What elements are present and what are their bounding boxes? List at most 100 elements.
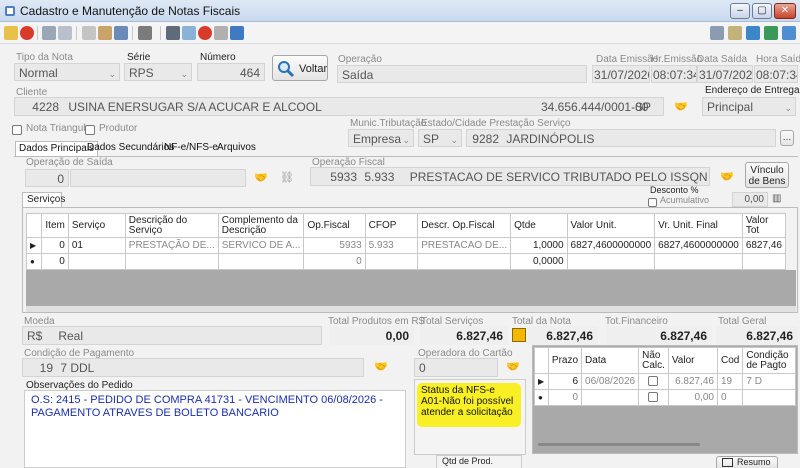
data-saida-field[interactable]: 31/07/2026 [697,65,753,83]
link-icon[interactable]: ⛓ [276,169,298,187]
payment-grid: Prazo Data Não Calc. Valor Cod Condição … [534,347,796,406]
tipo-nota-select[interactable]: Normal ⌄ [14,63,120,81]
desconto-field[interactable]: 0,00 [732,192,768,207]
table-row[interactable]: ▶ 6 06/08/2026 6.827,46 19 7 D [534,373,796,390]
col-valor-unit[interactable]: Valor Unit. [566,213,656,238]
handshake-icon[interactable]: 🤝 [670,98,692,116]
title-bar: Cadastro e Manutenção de Notas Fiscais –… [0,0,800,22]
vinculo-bens-button[interactable]: Vínculo de Bens [745,162,789,188]
tab-servicos[interactable]: Serviços [22,192,65,207]
observacoes-textarea[interactable]: O.S: 2415 - PEDIDO DE COMPRA 41731 - VEN… [24,390,406,468]
col-servico[interactable]: Serviço [67,213,126,238]
list-icon[interactable] [230,26,244,40]
col-descr-op-fiscal[interactable]: Descr. Op.Fiscal [417,213,512,238]
col-vr-unit-final[interactable]: Vr. Unit. Final [654,213,743,238]
new-icon[interactable] [4,26,18,40]
table-row[interactable]: ● 0 0 0,0000 [25,253,787,270]
table-row[interactable]: ▶ 0 01 PRESTAÇÃO DE... SERVICO DE A... 5… [25,237,787,254]
endereco-entrega-select[interactable]: Principal ⌄ [702,97,796,116]
col-valor[interactable]: Valor [667,347,719,374]
col-nao-calc[interactable]: Não Calc. [638,347,669,374]
cliente-field[interactable]: 4228 USINA ENERSUGAR S/A ACUCAR E ALCOOL… [14,97,664,116]
handshake-icon[interactable]: 🤝 [370,358,392,376]
endereco-entrega-label: Endereço de Entrega [705,85,800,96]
nfse-status-panel: Status da NFS-e A01-Não foi possível ate… [414,379,526,455]
table-row[interactable]: ● 0 0,00 0 [534,389,796,406]
col-cod[interactable]: Cod [716,347,744,374]
grid-scrollbar[interactable] [26,306,796,312]
cancel-icon[interactable] [20,26,34,40]
handshake-icon[interactable]: 🤝 [250,169,272,187]
numero-field[interactable]: 464 [197,63,265,81]
produtor-label: Produtor [99,123,138,134]
numero-label: Número [200,52,236,63]
produtor-checkbox[interactable] [85,124,95,136]
desconto-label: Desconto % [650,185,699,195]
print-icon[interactable] [138,26,152,40]
tag-icon[interactable] [728,26,742,40]
resumo-button[interactable]: Resumo [716,456,778,468]
nao-calc-checkbox[interactable] [638,373,669,390]
minimize-button[interactable]: – [730,3,750,19]
operacao-saida-desc[interactable] [70,169,246,187]
handshake-icon[interactable]: 🤝 [716,168,738,186]
save-icon[interactable] [42,26,56,40]
first-icon[interactable] [82,26,96,40]
col-item[interactable]: Item [41,213,69,238]
cidade-lookup-button[interactable]: … [780,130,794,146]
email-icon[interactable] [182,26,196,40]
estado-select[interactable]: SP ⌄ [418,129,462,147]
tab-nfe-nfse[interactable]: NF-e/NFS-e [161,141,221,156]
cidade-field[interactable]: 9282 JARDINÓPOLIS [466,129,776,147]
operadora-cartao-field[interactable]: 0 [414,358,498,377]
total-geral-field: 6.827,46 [716,326,798,345]
hr-emissao-field[interactable]: 08:07:34 [651,65,697,83]
voltar-button[interactable]: Voltar [272,55,328,81]
window-icon[interactable] [710,26,724,40]
user-icon[interactable] [764,26,778,40]
hr-emissao-label: Hr.Emissão [651,54,703,65]
refresh-icon[interactable] [746,26,760,40]
acumulativo-checkbox[interactable] [648,196,657,208]
col-qtde[interactable]: Qtde [510,213,568,238]
operacao-fiscal-field[interactable]: 5933 5.933 PRESTACAO DE SERVICO TRIBUTAD… [310,167,710,186]
toolbar [0,22,800,44]
paygrid-scrollbar[interactable] [538,443,700,446]
chevron-down-icon: ⌄ [784,103,792,113]
nao-calc-checkbox[interactable] [638,389,669,406]
col-condicao-pagto[interactable]: Condição de Pagto [742,347,796,374]
condicao-pagamento-field[interactable]: 19 7 DDL [22,358,364,377]
col-cfop[interactable]: CFOP [364,213,419,238]
calculator-icon[interactable]: ▥ [772,193,781,204]
data-emissao-field[interactable]: 31/07/2026 [592,65,650,83]
help-icon[interactable] [782,26,796,40]
moeda-field[interactable]: R$ Real [22,326,322,345]
tab-arquivos[interactable]: Arquivos [214,141,259,156]
undo-icon[interactable] [58,26,72,40]
col-op-fiscal[interactable]: Op.Fiscal [303,213,366,238]
col-valor-total[interactable]: Valor Tot [741,213,787,238]
paygrid-header-row: Prazo Data Não Calc. Valor Cod Condição … [534,347,796,374]
maximize-button[interactable]: ▢ [752,3,772,19]
operacao-field[interactable]: Saída [337,65,587,83]
col-complemento[interactable]: Complemento da Descrição [217,213,305,238]
operacao-saida-code[interactable]: 0 [25,169,69,187]
serie-select[interactable]: RPS ⌄ [124,63,192,81]
doc-icon[interactable] [214,26,228,40]
tools-icon[interactable] [98,26,112,40]
hora-saida-field[interactable]: 08:07:34 [754,65,798,83]
status-square [512,328,526,342]
col-descricao[interactable]: Descrição do Serviço [124,213,219,238]
col-prazo[interactable]: Prazo [547,347,583,374]
printer-icon[interactable] [166,26,180,40]
handshake-icon[interactable]: 🤝 [502,358,524,376]
munic-tributacao-select[interactable]: Empresa ⌄ [348,129,414,147]
acumulativo-label: Acumulativo [660,195,710,205]
block-icon[interactable] [198,26,212,40]
operacao-label: Operação [338,54,382,65]
close-button[interactable]: ✕ [774,3,796,19]
col-data[interactable]: Data [581,347,640,374]
search-icon[interactable] [114,26,128,40]
nota-triangular-checkbox[interactable] [12,124,22,136]
total-produtos-field: 0,00 [330,326,414,345]
